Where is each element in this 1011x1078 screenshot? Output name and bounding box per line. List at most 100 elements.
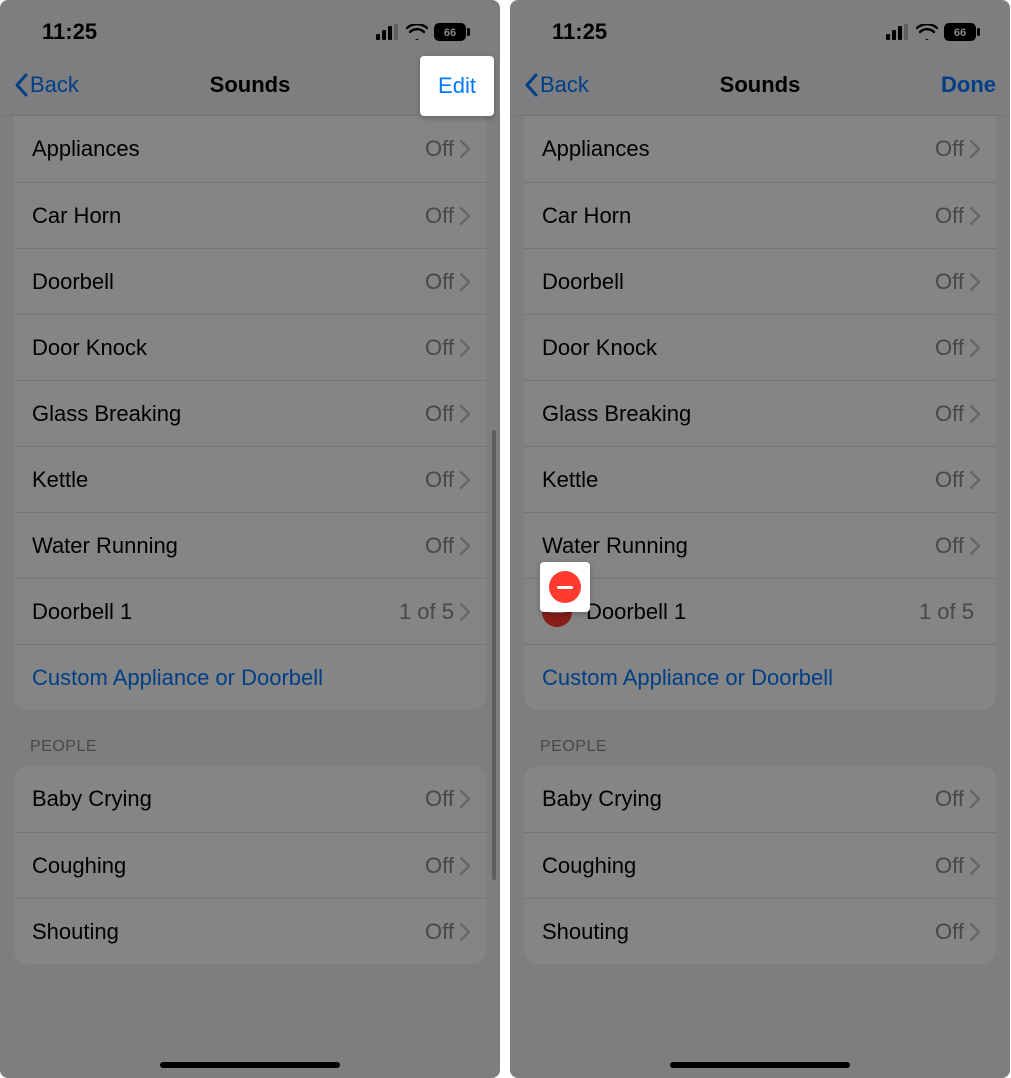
item-value: Off [425,786,454,812]
done-button[interactable]: Done [941,72,996,98]
list-item[interactable]: AppliancesOff [524,116,996,182]
chevron-right-icon [970,339,980,357]
item-value: Off [935,533,964,559]
people-group: Baby CryingOffCoughingOffShoutingOff [524,766,996,964]
status-icons: 66 [376,23,470,41]
list-item[interactable]: Baby CryingOff [524,766,996,832]
wifi-icon [406,24,428,40]
home-indicator [160,1062,340,1068]
list-item[interactable]: Baby CryingOff [14,766,486,832]
item-value: Off [935,467,964,493]
svg-text:66: 66 [954,27,966,39]
item-value: Off [935,853,964,879]
scroll-indicator [492,430,496,880]
phone-screen: 11:2566BackSoundsDoneAppliancesOffCar Ho… [510,0,1010,1078]
item-value: 1 of 5 [919,599,974,625]
item-value: Off [935,401,964,427]
list-item[interactable]: Doorbell 11 of 5 [14,578,486,644]
list-item[interactable]: Door KnockOff [524,314,996,380]
list-item[interactable]: Glass BreakingOff [14,380,486,446]
status-time: 11:25 [552,19,607,45]
item-value: Off [425,853,454,879]
item-value: Off [425,335,454,361]
list-item[interactable]: KettleOff [524,446,996,512]
custom-appliance-link[interactable]: Custom Appliance or Doorbell [14,644,486,710]
back-label: Back [540,72,589,98]
list-item[interactable]: KettleOff [14,446,486,512]
chevron-right-icon [970,790,980,808]
list-item[interactable]: DoorbellOff [14,248,486,314]
list-item[interactable]: AppliancesOff [14,116,486,182]
chevron-right-icon [460,405,470,423]
item-label: Baby Crying [32,786,425,812]
item-value: Off [425,919,454,945]
status-bar: 11:25 66 [0,0,500,54]
status-time: 11:25 [42,19,97,45]
status-bar: 11:25 66 [510,0,1010,54]
item-value: Off [935,335,964,361]
people-group: Baby CryingOffCoughingOffShoutingOff [14,766,486,964]
item-value: Off [935,786,964,812]
item-label: Doorbell 1 [586,599,919,625]
list-item[interactable]: Car HornOff [14,182,486,248]
chevron-left-icon [14,73,28,97]
item-label: Water Running [542,533,935,559]
highlight-edit[interactable]: Edit [420,56,494,116]
item-label: Door Knock [542,335,935,361]
item-label: Kettle [32,467,425,493]
item-label: Doorbell 1 [32,599,399,625]
item-label: Shouting [32,919,425,945]
list-item[interactable]: Door KnockOff [14,314,486,380]
item-value: Off [935,136,964,162]
list-item[interactable]: Water RunningOff [14,512,486,578]
list-item[interactable]: CoughingOff [14,832,486,898]
chevron-right-icon [460,273,470,291]
section-header-people: PEOPLE [510,710,1010,766]
back-label: Back [30,72,79,98]
custom-appliance-link[interactable]: Custom Appliance or Doorbell [524,644,996,710]
list-item[interactable]: Water RunningOff [524,512,996,578]
list-item[interactable]: Doorbell 11 of 5 [524,578,996,644]
phone-screen: 11:2566BackSoundsEditAppliancesOffCar Ho… [0,0,500,1078]
item-label: Appliances [542,136,935,162]
back-button[interactable]: Back [524,72,589,98]
battery-icon: 66 [944,23,980,41]
back-button[interactable]: Back [14,72,79,98]
edit-label: Edit [438,73,476,99]
wifi-icon [916,24,938,40]
item-label: Glass Breaking [542,401,935,427]
item-label: Door Knock [32,335,425,361]
highlight-delete[interactable] [540,562,590,612]
item-label: Doorbell [32,269,425,295]
item-value: Off [425,203,454,229]
chevron-left-icon [524,73,538,97]
list-item[interactable]: Glass BreakingOff [524,380,996,446]
home-indicator [670,1062,850,1068]
list-item[interactable]: ShoutingOff [524,898,996,964]
chevron-right-icon [970,857,980,875]
delete-icon[interactable] [549,571,581,603]
list-item[interactable]: DoorbellOff [524,248,996,314]
item-value: Off [425,269,454,295]
item-label: Car Horn [542,203,935,229]
item-label: Glass Breaking [32,401,425,427]
item-value: Off [425,136,454,162]
chevron-right-icon [970,273,980,291]
list-item[interactable]: ShoutingOff [14,898,486,964]
cellular-icon [886,24,910,40]
item-label: Appliances [32,136,425,162]
item-label: Water Running [32,533,425,559]
list-item[interactable]: Car HornOff [524,182,996,248]
content: AppliancesOffCar HornOffDoorbellOffDoor … [0,116,500,964]
chevron-right-icon [970,207,980,225]
item-label: Coughing [542,853,935,879]
chevron-right-icon [460,537,470,555]
status-icons: 66 [886,23,980,41]
chevron-right-icon [970,923,980,941]
chevron-right-icon [460,790,470,808]
item-label: Car Horn [32,203,425,229]
chevron-right-icon [970,471,980,489]
chevron-right-icon [460,857,470,875]
battery-icon: 66 [434,23,470,41]
list-item[interactable]: CoughingOff [524,832,996,898]
